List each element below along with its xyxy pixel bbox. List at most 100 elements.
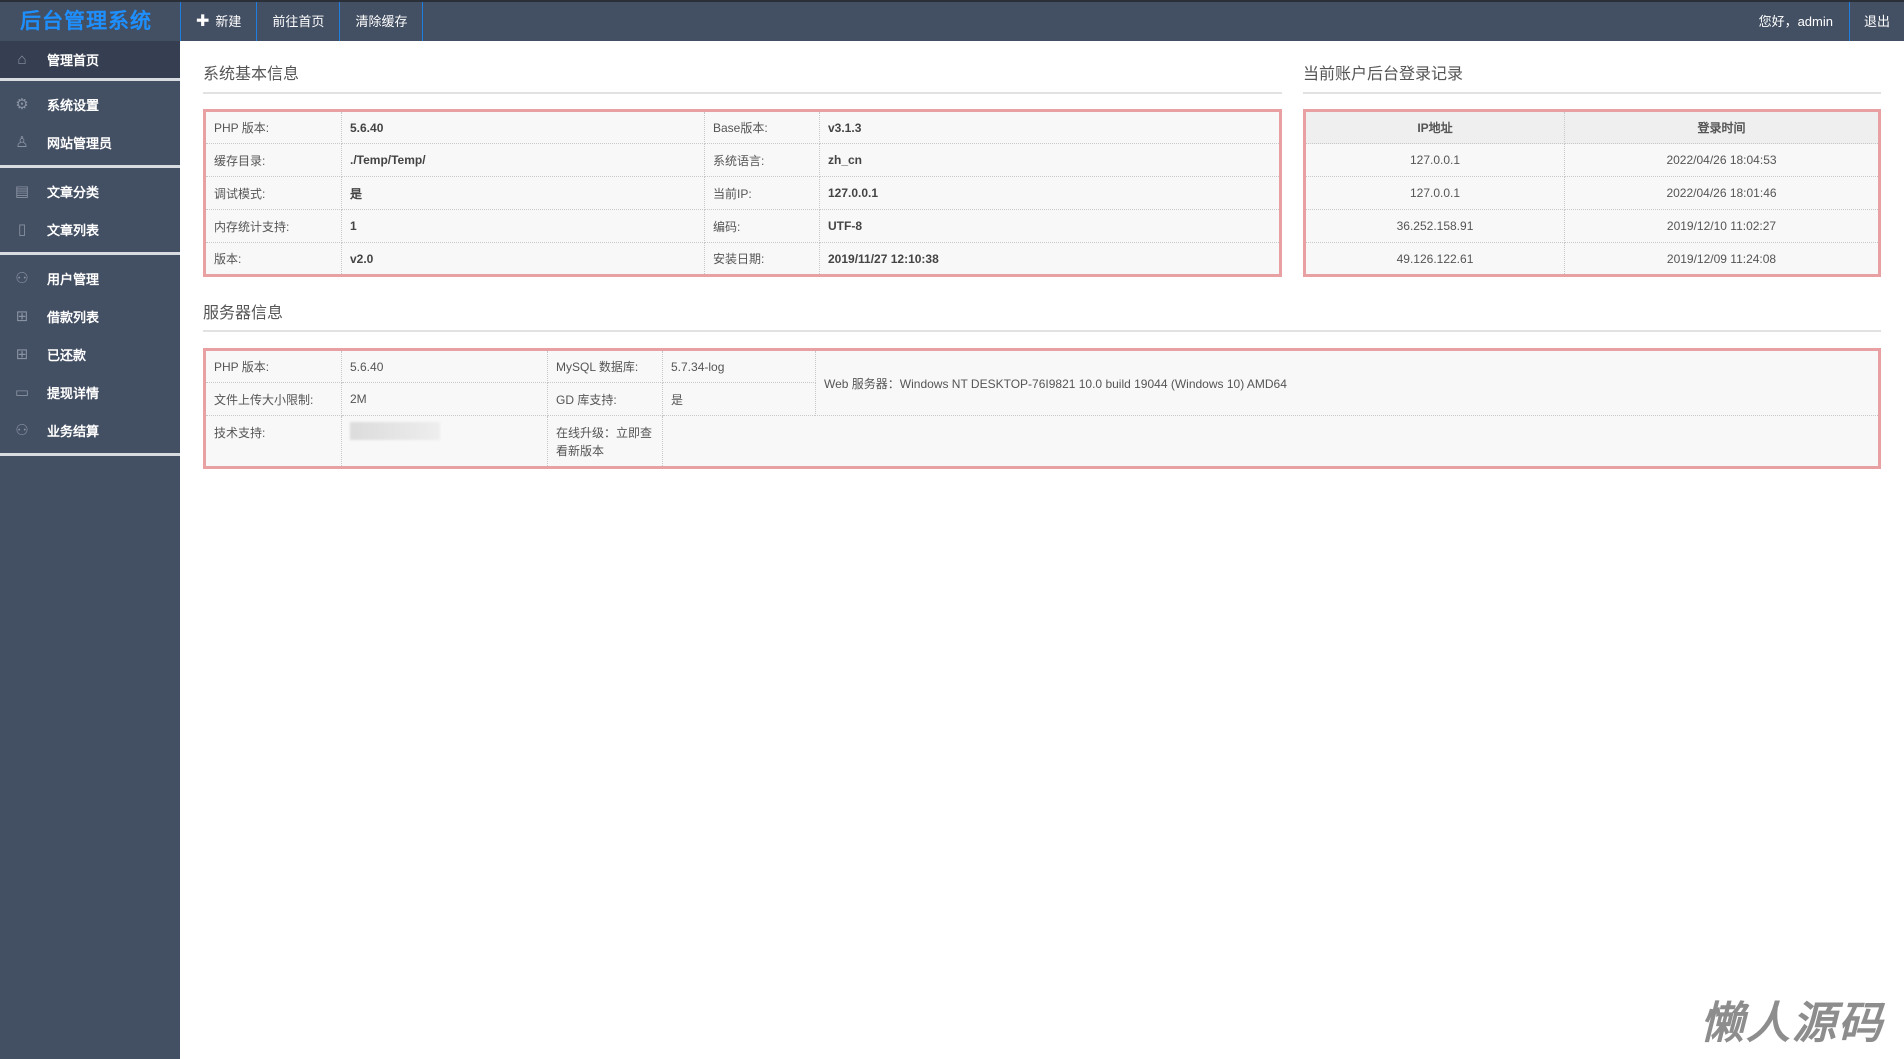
table-row: 版本: v2.0 安装日期: 2019/11/27 12:10:38 [204, 242, 1281, 276]
tech-support-label: 技术支持: [204, 415, 342, 468]
info-value: v3.1.3 [819, 110, 1281, 144]
login-records-title: 当前账户后台登录记录 [1303, 66, 1464, 83]
gd-label: GD 库支持: [547, 382, 663, 416]
sidebar-label: 文章列表 [47, 222, 100, 238]
info-label: 版本: [204, 242, 342, 276]
info-label: Base版本: [704, 110, 820, 144]
info-value: 1 [341, 209, 705, 243]
sidebar-item-users[interactable]: ⚇ 用户管理 [0, 259, 180, 297]
user-greeting: 您好，admin [1758, 14, 1833, 29]
divider [203, 330, 1881, 332]
login-ip: 127.0.0.1 [1304, 176, 1565, 210]
file-icon: ▯ [17, 221, 27, 238]
new-button[interactable]: ✚ 新建 [180, 2, 256, 41]
sidebar-label: 网站管理员 [47, 135, 113, 151]
upload-limit-value: 2M [341, 382, 548, 416]
users-icon: ⚇ [15, 270, 29, 287]
gd-value: 是 [662, 382, 816, 416]
table-row: 技术支持: 在线升级：立即查看新版本 [204, 415, 1880, 468]
sidebar-label: 已还款 [47, 347, 87, 363]
sidebar-label: 系统设置 [47, 97, 100, 113]
blurred-contact [350, 422, 440, 440]
upload-limit-label: 文件上传大小限制: [204, 382, 342, 416]
server-info-title: 服务器信息 [203, 305, 284, 322]
login-ip: 127.0.0.1 [1304, 143, 1565, 177]
info-label: 内存统计支持: [204, 209, 342, 243]
upgrade-link[interactable]: 在线升级：立即查看新版本 [547, 415, 663, 468]
info-value: ./Temp/Temp/ [341, 143, 705, 177]
mysql-value: 5.7.34-log [662, 349, 816, 383]
sidebar-label: 借款列表 [47, 309, 100, 325]
column-header-ip: IP地址 [1304, 110, 1565, 144]
info-value: UTF-8 [819, 209, 1281, 243]
user-icon: ♙ [15, 134, 29, 151]
table-row: 49.126.122.61 2019/12/09 11:24:08 [1304, 242, 1880, 276]
go-home-button[interactable]: 前往首页 [256, 2, 339, 41]
divider [1303, 92, 1881, 94]
sidebar-item-withdrawals[interactable]: ▭ 提现详情 [0, 373, 180, 411]
login-time: 2022/04/26 18:01:46 [1564, 176, 1880, 210]
info-label: 编码: [704, 209, 820, 243]
info-value: v2.0 [341, 242, 705, 276]
table-row: 127.0.0.1 2022/04/26 18:04:53 [1304, 143, 1880, 177]
table-row: 内存统计支持: 1 编码: UTF-8 [204, 209, 1281, 243]
sidebar-item-admins[interactable]: ♙ 网站管理员 [0, 123, 180, 161]
tech-support-value [341, 415, 548, 468]
book-icon: ▤ [14, 183, 30, 200]
sidebar-item-loans[interactable]: ⊞ 借款列表 [0, 297, 180, 335]
info-value: zh_cn [819, 143, 1281, 177]
sidebar-label: 提现详情 [47, 385, 100, 401]
empty-cell [662, 415, 1880, 468]
info-value: 127.0.0.1 [819, 176, 1281, 210]
app-logo: 后台管理系统 [20, 10, 152, 33]
new-label: 新建 [215, 14, 242, 29]
table-row: 缓存目录: ./Temp/Temp/系统语言: zh_cn [204, 143, 1281, 177]
web-server-info: Web 服务器：Windows NT DESKTOP-76I9821 10.0 … [815, 349, 1880, 416]
top-nav: ✚ 新建 前往首页 清除缓存 [180, 2, 424, 41]
info-label: PHP 版本: [204, 110, 342, 144]
watermark: 懒人源码 [1700, 999, 1884, 1048]
users-icon: ⚇ [15, 422, 29, 439]
server-info-table: PHP 版本: 5.6.40 MySQL 数据库: 5.7.34-log Web… [203, 348, 1881, 469]
sidebar-label: 用户管理 [47, 271, 100, 287]
sidebar: ⌂ 管理首页 ⚙ 系统设置 ♙ 网站管理员 ▤ 文章分类 ▯ 文章列表 ⚇ 用户管理 ⊞ 借款… [0, 41, 180, 1059]
login-records-table: IP地址 登录时间 127.0.0.1 2022/04/26 18:04:53 127… [1303, 109, 1881, 277]
login-time: 2019/12/10 11:02:27 [1564, 209, 1880, 243]
sidebar-item-article-list[interactable]: ▯ 文章列表 [0, 210, 180, 248]
inbox-icon: ▭ [14, 384, 30, 401]
info-label: 安装日期: [704, 242, 820, 276]
sidebar-label: 管理首页 [47, 53, 100, 68]
sidebar-item-article-categories[interactable]: ▤ 文章分类 [0, 172, 180, 210]
php-version-value: 5.6.40 [341, 349, 548, 383]
sidebar-item-repaid[interactable]: ⊞ 已还款 [0, 335, 180, 373]
logout-button[interactable]: 退出 [1848, 2, 1904, 41]
column-header-time: 登录时间 [1564, 110, 1880, 144]
info-value: 是 [341, 176, 705, 210]
table-row: 127.0.0.1 2022/04/26 18:01:46 [1304, 176, 1880, 210]
clear-cache-button[interactable]: 清除缓存 [339, 2, 424, 41]
table-row: 36.252.158.91 2019/12/10 11:02:27 [1304, 209, 1880, 243]
sidebar-label: 业务结算 [47, 423, 100, 439]
info-label: 系统语言: [704, 143, 820, 177]
table-header-row: IP地址 登录时间 [1304, 110, 1880, 144]
system-info-table: PHP 版本: 5.6.40 Base版本: v3.1.3 缓存目录: ./Temp/Te… [203, 109, 1282, 277]
login-time: 2019/12/09 11:24:08 [1564, 242, 1880, 276]
grid-icon: ⊞ [15, 346, 29, 363]
system-info-title: 系统基本信息 [203, 66, 300, 83]
table-row: 调试模式: 是当前IP: 127.0.0.1 [204, 176, 1281, 210]
sidebar-label: 文章分类 [47, 184, 100, 200]
info-value: 2019/11/27 12:10:38 [819, 242, 1281, 276]
php-version-label: PHP 版本: [204, 349, 342, 383]
table-row: PHP 版本: 5.6.40 MySQL 数据库: 5.7.34-log Web… [204, 349, 1880, 416]
sidebar-item-settlement[interactable]: ⚇ 业务结算 [0, 411, 180, 449]
grid-icon: ⊞ [15, 308, 29, 325]
login-ip: 36.252.158.91 [1304, 209, 1565, 243]
table-row: PHP 版本: 5.6.40 Base版本: v3.1.3 [204, 110, 1281, 144]
plus-icon: ✚ [196, 13, 210, 30]
mysql-label: MySQL 数据库: [547, 349, 663, 383]
sidebar-item-dashboard[interactable]: ⌂ 管理首页 [0, 41, 180, 78]
sidebar-item-settings[interactable]: ⚙ 系统设置 [0, 85, 180, 123]
login-ip: 49.126.122.61 [1304, 242, 1565, 276]
info-label: 缓存目录: [204, 143, 342, 177]
top-header: 后台管理系统 ✚ 新建 前往首页 清除缓存 您好，admin 退出 [0, 0, 1904, 41]
